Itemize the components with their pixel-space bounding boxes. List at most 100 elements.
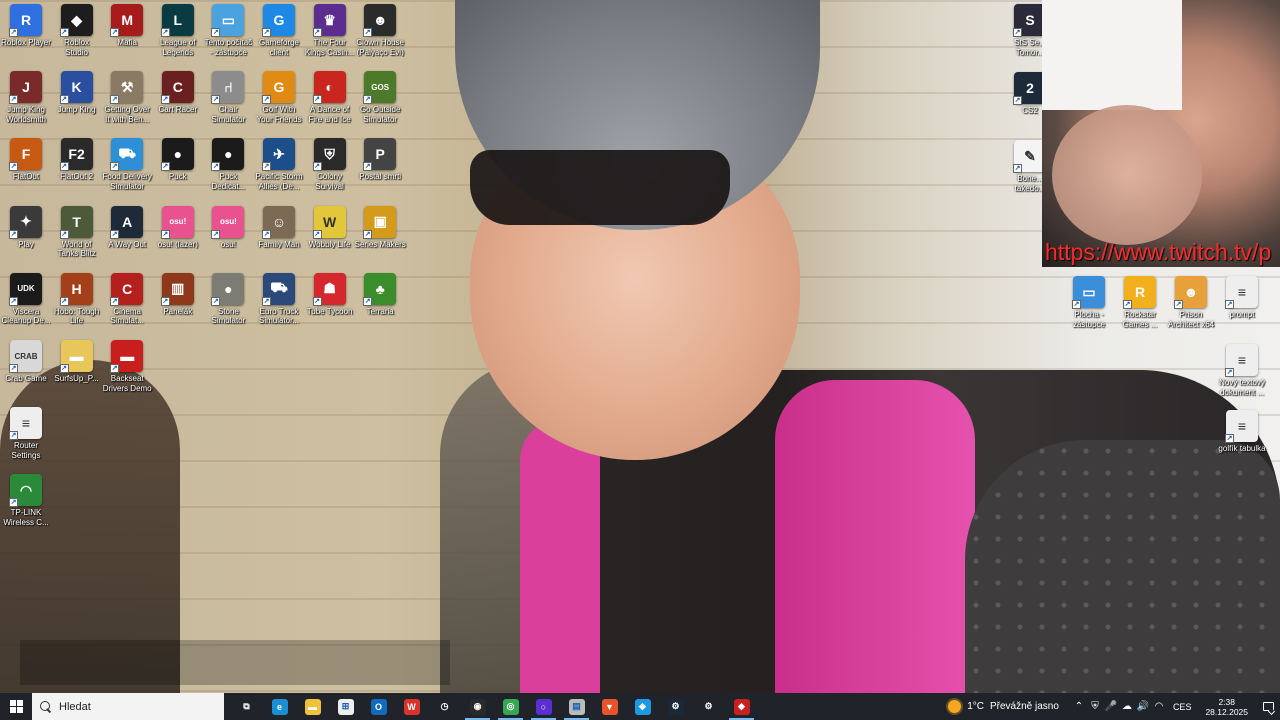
wifi-icon[interactable]: ◠	[1151, 693, 1167, 720]
desktop-shortcut[interactable]: ≡ ↗ Nový textový dokument ...	[1215, 344, 1269, 410]
desktop-shortcut[interactable]: ● ↗ Stone Simulator	[201, 272, 255, 339]
desktop-shortcut[interactable]: ♣ ↗ Terraria	[353, 272, 407, 339]
gameforge-icon: G ↗	[262, 4, 295, 37]
shortcut-arrow-icon: ↗	[1013, 164, 1022, 173]
desktop-shortcut[interactable]: H ↗ Hobo: Tough Life	[50, 272, 104, 339]
shortcut-arrow-icon: ↗	[262, 296, 271, 306]
cinema-simulator-icon: C ↗	[110, 272, 144, 306]
shortcut-arrow-icon: ↗	[1225, 300, 1234, 309]
taskbar-app-edge[interactable]: e	[263, 693, 296, 720]
search-input[interactable]	[59, 700, 199, 713]
shortcut-arrow-icon: ↗	[363, 296, 373, 306]
taskbar-app-app-clock[interactable]: ◷	[428, 693, 461, 720]
crab-game-icon: CRAB ↗	[9, 340, 42, 373]
desktop-shortcut[interactable]: ≡ ↗ Router Settings	[0, 407, 53, 473]
desktop-shortcut[interactable]: ≡ ↗ prompt	[1215, 276, 1269, 342]
taskbar-app-wps-office[interactable]: W	[395, 693, 428, 720]
edge-icon: e	[271, 698, 288, 715]
desktop-shortcut[interactable]: R ↗ Roblox Player	[0, 4, 53, 70]
desktop-shortcut[interactable]: P ↗ Postal smrti	[353, 138, 407, 204]
desktop-shortcut[interactable]: ◠ ↗ TP-LINK Wireless C...	[0, 474, 53, 540]
desktop-shortcut[interactable]: L ↗ League of Legends	[151, 4, 205, 70]
desktop-shortcut[interactable]: G ↗ Gameforge client	[252, 4, 306, 70]
desktop-shortcut[interactable]: ☗ ↗ Tube Tycoon	[303, 272, 357, 339]
shield-icon[interactable]: ⛨	[1087, 693, 1103, 720]
taskbar-app-outlook[interactable]: O	[362, 693, 395, 720]
shortcut-arrow-icon: ↗	[9, 498, 18, 508]
desktop-shortcut[interactable]: A ↗ A Way Out	[100, 205, 154, 272]
desktop-shortcut[interactable]: ⛟ ↗ Food Delivery Simulator	[100, 138, 154, 204]
desktop-shortcut[interactable]: ▬ ↗ Backseat Drivers Demo	[100, 340, 154, 406]
desktop-shortcut-icon: ▭ ↗	[1072, 276, 1105, 309]
desktop-shortcut[interactable]: ♛ ↗ The Four Kings Casin...	[303, 4, 357, 70]
taskbar-app-obs-studio[interactable]: ◉	[461, 693, 494, 720]
weather-widget[interactable]: 1°C Převážně jasno	[948, 700, 1059, 713]
desktop-shortcut[interactable]: T ↗ World of Tanks Blitz	[50, 205, 104, 272]
desktop-shortcut[interactable]: ☻ ↗ Clown House (Palyaço Evi)	[353, 4, 407, 70]
desktop-shortcut[interactable]: W ↗ Wobbly Life	[303, 205, 357, 272]
desktop-shortcut[interactable]: J ↗ Jump King Worldsmith	[0, 71, 53, 137]
desktop-shortcut[interactable]: ▭ ↗ Tento počítač - zástupce	[201, 4, 255, 70]
shortcut-arrow-icon: ↗	[110, 95, 120, 105]
desktop-shortcut[interactable]: F2 ↗ FlatOut 2	[50, 138, 104, 204]
desktop-shortcut[interactable]: ☻ ↗ Prison Architect x64	[1164, 276, 1218, 342]
desktop-shortcut[interactable]: K ↗ Jump King	[50, 71, 104, 137]
desktop-shortcut[interactable]: GOS ↗ Go Outside Simulator	[353, 71, 407, 137]
shortcut-arrow-icon: ↗	[160, 162, 170, 172]
taskbar-app-file-explorer[interactable]: ▬	[296, 693, 329, 720]
desktop-shortcut[interactable]: osu! ↗ osu! (lazer)	[151, 205, 205, 272]
desktop-shortcut[interactable]: CRAB ↗ Crab Game	[0, 340, 53, 406]
text-file-icon: ≡ ↗	[1225, 410, 1258, 443]
taskbar-app-microsoft-store[interactable]: ⊞	[329, 693, 362, 720]
start-button[interactable]	[0, 693, 32, 720]
desktop-shortcut[interactable]: ▥ ↗ Panelák	[151, 272, 205, 339]
taskbar-app-steam[interactable]: ⚙	[659, 693, 692, 720]
desktop-shortcut[interactable]: ≡ ↗ golfík tabulka	[1215, 410, 1269, 476]
desktop-shortcut[interactable]: G ↗ Golf With Your Friends	[252, 71, 306, 137]
microphone-icon[interactable]: 🎤	[1103, 693, 1119, 720]
clock-time: 2:38	[1218, 696, 1235, 707]
desktop-shortcut[interactable]: ▬ ↗ SurfsUp_P...	[50, 340, 104, 406]
taskbar-app-task-view[interactable]: ⧉	[230, 693, 263, 720]
desktop-shortcut[interactable]: ▭ ↗ Plocha - zástupce	[1062, 276, 1116, 342]
taskbar-clock[interactable]: 2:38 28.12.2025	[1197, 697, 1256, 717]
taskbar-app-settings[interactable]: ⚙	[692, 693, 725, 720]
desktop-shortcut[interactable]: osu! ↗ osu!	[201, 205, 255, 272]
desktop-shortcut[interactable]: ⚒ ↗ Getting Over It with Ben...	[100, 71, 154, 137]
shortcut-arrow-icon: ↗	[363, 95, 373, 105]
desktop-shortcut[interactable]: ☺ ↗ Family Man	[252, 205, 306, 272]
desktop-shortcut-label: Go Outside Simulator	[359, 105, 401, 124]
shortcut-arrow-icon: ↗	[9, 28, 18, 37]
red-app-icon: ◆	[733, 698, 750, 715]
desktop-shortcut[interactable]: R ↗ Rockstar Games ...	[1113, 276, 1167, 342]
desktop-shortcut[interactable]: ◐ ↗ A Dance of Fire and Ice	[303, 71, 357, 137]
chevron-up-icon[interactable]: ⌃	[1071, 693, 1087, 720]
speaker-icon[interactable]: 🔊	[1135, 693, 1151, 720]
taskbar-app-discord-circle[interactable]: ○	[527, 693, 560, 720]
notification-center-button[interactable]	[1256, 693, 1280, 720]
desktop-shortcut[interactable]: ◆ ↗ Roblox Studio	[50, 4, 104, 70]
desktop-shortcut[interactable]: ⑁ ↗ Chair Simulator	[201, 71, 255, 137]
taskbar-app-app-blue[interactable]: ◈	[626, 693, 659, 720]
desktop-shortcut[interactable]: ⛟ ↗ Euro Truck Simulator...	[252, 272, 306, 339]
taskbar-app-chrome[interactable]: ◎	[494, 693, 527, 720]
taskbar-app-app-red[interactable]: ◆	[725, 693, 758, 720]
desktop-shortcut[interactable]: ✈ ↗ Pacific Storm Allies (De...	[252, 138, 306, 204]
desktop-shortcut[interactable]: ● ↗ Puck	[151, 138, 205, 204]
taskbar-search[interactable]	[32, 693, 224, 720]
taskbar-app-file-manager[interactable]: ▤	[560, 693, 593, 720]
cloud-icon[interactable]: ☁	[1119, 693, 1135, 720]
backseat-drivers-icon: ▬ ↗	[110, 340, 144, 373]
desktop-shortcut[interactable]: C ↗ Cinema Simulat...	[100, 272, 154, 339]
desktop-shortcut[interactable]: UDK ↗ Viscera Cleanup De...	[0, 272, 53, 339]
taskbar-app-brave[interactable]: ▼	[593, 693, 626, 720]
language-indicator[interactable]: CES	[1167, 702, 1198, 712]
desktop-shortcut[interactable]: ● ↗ Puck Dedicat...	[201, 138, 255, 204]
desktop-shortcut[interactable]: ▣ ↗ Series Makers	[353, 205, 407, 272]
desktop-shortcut[interactable]: ⛨ ↗ Colony Survival	[303, 138, 357, 204]
desktop-shortcut[interactable]: F ↗ FlatOut	[0, 138, 53, 204]
desktop-shortcut[interactable]: ✦ ↗ Play	[0, 205, 53, 272]
desktop-shortcut[interactable]: M ↗ Mafia	[100, 4, 154, 70]
desktop-shortcut[interactable]: C ↗ Cart Racer	[151, 71, 205, 137]
tray-icons: ⌃ ⛨ 🎤 ☁ 🔊 ◠	[1071, 693, 1167, 720]
